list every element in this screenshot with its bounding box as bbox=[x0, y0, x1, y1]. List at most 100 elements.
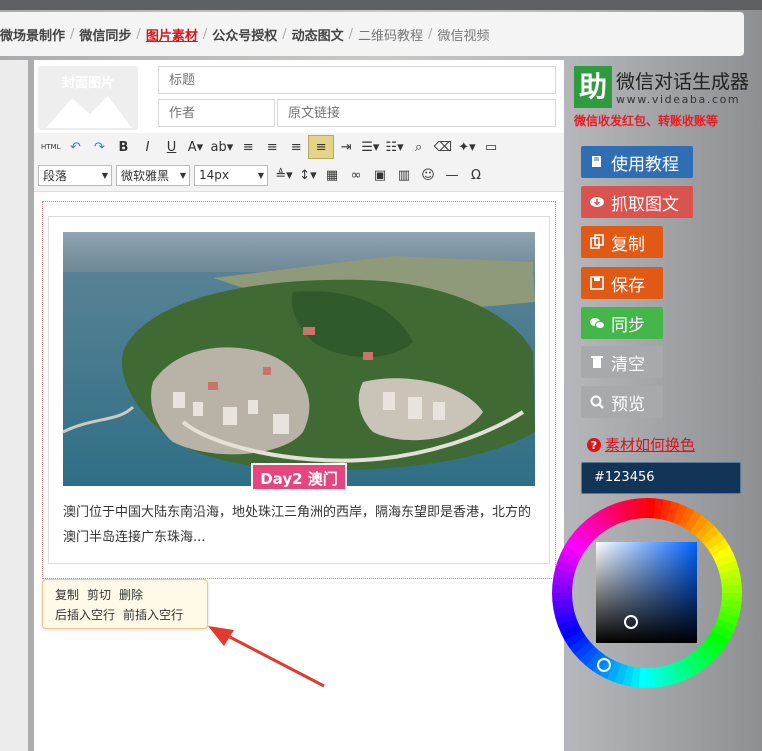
breadcrumb-item[interactable]: 图片素材 bbox=[146, 25, 198, 44]
macau-aerial-image bbox=[63, 232, 535, 486]
breadcrumb-separator: / bbox=[136, 26, 141, 42]
color-help-label: 素材如何换色 bbox=[605, 436, 696, 454]
tutorial-button-label: 使用教程 bbox=[611, 154, 679, 175]
trash-icon bbox=[591, 356, 603, 368]
brand-url: www.videaba.com bbox=[616, 93, 741, 106]
chevron-down-icon: ▼ bbox=[179, 170, 186, 180]
preview-button[interactable]: 预览 bbox=[581, 386, 663, 418]
breadcrumb-separator: / bbox=[428, 26, 433, 42]
link-icon[interactable]: ∞ bbox=[344, 164, 368, 186]
brand-logo-mark: 助 bbox=[574, 66, 612, 108]
save-icon bbox=[590, 276, 604, 290]
title-input[interactable] bbox=[158, 66, 556, 94]
color-hex-input[interactable]: #123456 bbox=[581, 462, 741, 494]
article-description[interactable]: 澳门位于中国大陆东南沿海，地处珠江三角洲的西岸，隔海东望即是香港，北方的澳门半岛… bbox=[63, 500, 541, 550]
toolbar-row-2-icons: ≜▾ ↕▾ ▦ ∞ ▣ ▥ ☺ — Ω bbox=[272, 164, 488, 186]
context-menu-item[interactable]: 后插入空行 bbox=[55, 606, 115, 623]
magic-format-icon[interactable]: ✦▾ bbox=[455, 136, 479, 158]
copy-button[interactable]: 复制 bbox=[581, 226, 663, 258]
question-circle-icon: ? bbox=[587, 437, 601, 452]
browser-top-strip bbox=[0, 0, 762, 10]
context-menu-row-1: 复制 剪切 删除 bbox=[55, 586, 143, 603]
wechat-icon bbox=[590, 318, 605, 329]
breadcrumb-item[interactable]: 微信视频 bbox=[437, 25, 489, 44]
cloud-download-icon bbox=[590, 197, 604, 207]
toolbar-row-2: 段落 ▼ 微软雅黑 ▼ 14px ▼ ≜▾ ↕▾ ▦ ∞ ▣ ▥ ☺ — Ω bbox=[38, 163, 488, 187]
context-menu-item[interactable]: 前插入空行 bbox=[123, 606, 183, 623]
horizontal-rule-icon[interactable]: — bbox=[440, 164, 464, 186]
ordered-list-icon[interactable]: ☷▾ bbox=[382, 136, 406, 158]
italic-button[interactable]: I bbox=[135, 136, 159, 158]
table-icon[interactable]: ▦ bbox=[320, 164, 344, 186]
preview-button-label: 预览 bbox=[611, 394, 645, 415]
align-justify-icon[interactable]: ≡ bbox=[308, 135, 335, 159]
spacing-icon[interactable]: ↕▾ bbox=[296, 164, 320, 186]
brand-slogan: 微信收发红包、转账收账等 bbox=[574, 114, 719, 128]
redo-icon[interactable]: ↷ bbox=[87, 136, 111, 158]
image-icon[interactable]: ▣ bbox=[368, 164, 392, 186]
font-size-value: 14px bbox=[199, 168, 229, 182]
highlight-color-button[interactable]: ab▾ bbox=[207, 136, 236, 158]
special-char-icon[interactable]: Ω bbox=[464, 164, 488, 186]
brand-title: 微信对话生成器 bbox=[616, 71, 750, 93]
align-right-icon[interactable]: ≡ bbox=[284, 136, 308, 158]
sync-button-label: 同步 bbox=[611, 315, 645, 336]
breadcrumb-separator: / bbox=[282, 26, 287, 42]
context-menu-item[interactable]: 剪切 bbox=[87, 586, 111, 603]
font-family-select[interactable]: 微软雅黑 ▼ bbox=[116, 164, 190, 186]
brand-logo[interactable]: 助 微信对话生成器 www.videaba.com 微信收发红包、转账收账等 bbox=[574, 66, 749, 128]
clear-button-label: 清空 bbox=[611, 354, 645, 375]
bold-button[interactable]: B bbox=[111, 136, 135, 158]
cover-image-placeholder[interactable]: 封面图片 bbox=[38, 66, 138, 130]
breadcrumb-item[interactable]: 动态图文 bbox=[292, 25, 344, 44]
context-menu: 复制 剪切 删除 后插入空行 前插入空行 bbox=[42, 579, 208, 629]
color-picker[interactable] bbox=[552, 498, 742, 688]
paragraph-select-value: 段落 bbox=[43, 168, 68, 183]
align-center-icon[interactable]: ≡ bbox=[260, 136, 284, 158]
breadcrumb-item[interactable]: 二维码教程 bbox=[358, 25, 423, 44]
copy-button-label: 复制 bbox=[611, 234, 645, 255]
author-input[interactable] bbox=[158, 99, 275, 127]
article-photo[interactable] bbox=[63, 232, 535, 486]
line-height-icon[interactable]: ≜▾ bbox=[272, 164, 296, 186]
article-tag[interactable]: Day2 澳门 bbox=[251, 463, 347, 491]
save-button-label: 保存 bbox=[611, 275, 645, 296]
color-help-link[interactable]: ? 素材如何换色 bbox=[587, 434, 695, 455]
underline-button[interactable]: U bbox=[159, 136, 183, 158]
saturation-value-shade bbox=[596, 542, 697, 643]
svg-text:?: ? bbox=[591, 439, 597, 452]
tutorial-button[interactable]: 使用教程 bbox=[581, 146, 693, 178]
preview-monitor-icon[interactable]: ▭ bbox=[479, 136, 503, 158]
book-icon bbox=[592, 156, 601, 167]
align-left-icon[interactable]: ≡ bbox=[236, 136, 260, 158]
emoji-icon[interactable]: ☺ bbox=[416, 164, 440, 186]
editor-toolbar: HTML ↶ ↷ B I U A▾ ab▾ ≡ ≡ ≡ ≡ ⇥ ☰▾ ☷▾ ⌕ ⌫ ✦▾ ▭ 段落 ▼ 微软雅黑 ▼ 1… bbox=[34, 133, 564, 192]
undo-icon[interactable]: ↶ bbox=[63, 136, 87, 158]
video-icon[interactable]: ▥ bbox=[392, 164, 416, 186]
breadcrumb-item[interactable]: 微场景制作 bbox=[0, 25, 65, 44]
breadcrumb: 微场景制作 / 微信同步 / 图片素材 / 公众号授权 / 动态图文 / 二维码教程 / 微信视频 bbox=[0, 12, 744, 56]
breadcrumb-item[interactable]: 微信同步 bbox=[79, 25, 131, 44]
chevron-down-icon: ▼ bbox=[257, 170, 264, 180]
unordered-list-icon[interactable]: ☰▾ bbox=[358, 136, 382, 158]
pointer-arrow bbox=[208, 626, 325, 688]
chevron-down-icon: ▼ bbox=[101, 170, 108, 180]
fetch-article-button[interactable]: 抓取图文 bbox=[581, 186, 693, 218]
source-url-input[interactable] bbox=[277, 99, 556, 127]
font-size-select[interactable]: 14px ▼ bbox=[194, 164, 268, 186]
sync-button[interactable]: 同步 bbox=[581, 307, 663, 339]
eraser-icon[interactable]: ⌫ bbox=[431, 136, 455, 158]
context-menu-item[interactable]: 复制 bbox=[55, 586, 79, 603]
left-panel bbox=[0, 60, 28, 751]
paragraph-select[interactable]: 段落 ▼ bbox=[38, 164, 112, 186]
breadcrumb-separator: / bbox=[202, 26, 208, 42]
indent-icon[interactable]: ⇥ bbox=[334, 136, 358, 158]
html-source-button[interactable]: HTML bbox=[38, 136, 63, 158]
find-icon[interactable]: ⌕ bbox=[407, 136, 431, 158]
breadcrumb-item[interactable]: 公众号授权 bbox=[212, 25, 277, 44]
clear-button[interactable]: 清空 bbox=[581, 346, 663, 378]
context-menu-item[interactable]: 删除 bbox=[119, 586, 143, 603]
save-button[interactable]: 保存 bbox=[581, 267, 663, 299]
font-color-button[interactable]: A▾ bbox=[183, 136, 207, 158]
fetch-article-button-label: 抓取图文 bbox=[611, 194, 679, 215]
